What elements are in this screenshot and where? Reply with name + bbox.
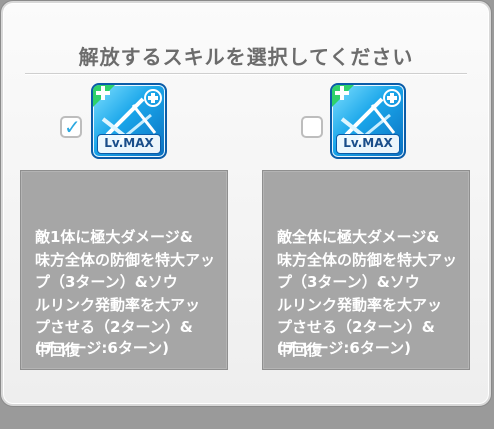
level-badge: Lv.MAX xyxy=(97,134,161,154)
title-divider xyxy=(25,73,467,75)
checkmark-icon: ✓ xyxy=(64,115,81,139)
dialog-title: 解放するスキルを選択してください xyxy=(78,45,414,69)
skill-1-checkbox[interactable]: ✓ xyxy=(60,115,82,139)
skill-1-icon[interactable]: Lv.MAX xyxy=(91,83,167,159)
skill-select-dialog: 解放するスキルを選択してください ✓ Lv.MAX 敵1体に極大ダメージ& 味方… xyxy=(1,1,491,406)
skill-2-checkbox[interactable] xyxy=(301,116,323,138)
skill-1-description-panel: 敵1体に極大ダメージ& 味方全体の防御を特大アッ プ（3ターン）&ソウ ルリンク… xyxy=(20,170,228,370)
level-badge: Lv.MAX xyxy=(336,134,400,154)
skill-2-description-panel: 敵全体に極大ダメージ& 味方全体の防御を特大アッ プ（3ターン）&ソウ ルリンク… xyxy=(262,170,470,370)
skill-2-cooldown: (チャージ:6ターン) xyxy=(277,339,411,357)
skill-1-cooldown: (チャージ:6ターン) xyxy=(35,339,169,357)
skill-2-icon[interactable]: Lv.MAX xyxy=(330,83,406,159)
